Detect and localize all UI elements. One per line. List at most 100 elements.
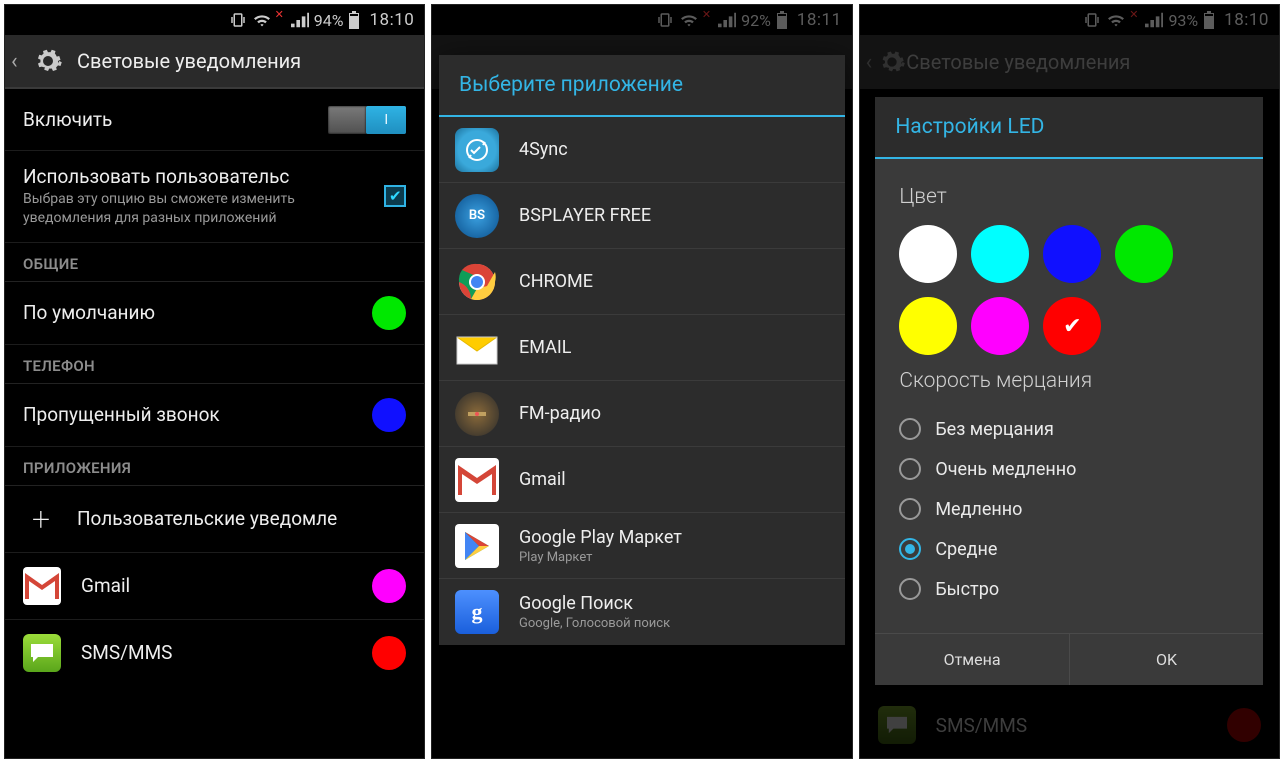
app-row-4sync[interactable]: 4Sync	[439, 117, 845, 183]
app-row-sms[interactable]: SMS/MMS	[5, 620, 424, 686]
radio-icon	[899, 578, 921, 600]
radio-icon	[899, 498, 921, 520]
app-row-gmail[interactable]: Gmail	[5, 553, 424, 620]
speed-option-4[interactable]: Быстро	[899, 569, 1239, 609]
phone-3: ✕ 93% 18:10 ‹ Световые уведомления SMS/M…	[859, 4, 1280, 759]
radio-icon	[899, 538, 921, 560]
missed-call-label: Пропущенный звонок	[23, 403, 372, 426]
app-row-bsplayer[interactable]: BS BSPLAYER FREE	[439, 183, 845, 249]
chrome-icon	[455, 260, 499, 304]
custom-subtitle: Выбрав эту опцию вы сможете изменить уве…	[23, 190, 384, 228]
speed-label: Без мерцания	[935, 419, 1054, 440]
google-search-icon: g	[455, 590, 499, 634]
bsplayer-icon: BS	[455, 194, 499, 238]
app-label: EMAIL	[519, 337, 571, 358]
vibrate-icon	[229, 11, 247, 29]
section-phone: ТЕЛЕФОН	[5, 345, 424, 384]
app-label: FM-радио	[519, 403, 601, 424]
speed-option-2[interactable]: Медленно	[899, 489, 1239, 529]
add-label: Пользовательские уведомле	[77, 507, 406, 530]
swatch-red[interactable]: ✔	[1043, 297, 1101, 355]
phone-1: ✕ 94% 18:10 ‹ Световые уведомления Включ…	[4, 4, 425, 759]
header-title: Световые уведомления	[77, 49, 301, 73]
screen-header: ‹ Световые уведомления	[5, 35, 424, 89]
app-label: 4Sync	[519, 139, 568, 160]
add-custom-row[interactable]: + Пользовательские уведомле	[5, 486, 424, 553]
enable-label: Включить	[23, 108, 328, 131]
ok-button[interactable]: OK	[1069, 634, 1264, 685]
email-icon	[455, 326, 499, 370]
app-label: BSPLAYER FREE	[519, 205, 651, 226]
section-general: ОБЩИЕ	[5, 243, 424, 282]
back-icon[interactable]: ‹	[11, 49, 29, 74]
cancel-button[interactable]: Отмена	[875, 634, 1069, 685]
speed-label: Очень медленно	[935, 459, 1076, 480]
app-row-email[interactable]: EMAIL	[439, 315, 845, 381]
signal-icon	[291, 12, 309, 28]
app-label: Google Поиск	[519, 593, 670, 614]
wifi-icon	[252, 12, 272, 28]
radio-icon	[899, 458, 921, 480]
battery-icon	[348, 11, 360, 29]
dialog-title: Настройки LED	[875, 97, 1263, 159]
app-row-chrome[interactable]: CHROME	[439, 249, 845, 315]
speed-label: Быстро	[935, 579, 999, 600]
enable-toggle[interactable]: I	[328, 106, 406, 134]
missed-color-dot	[372, 398, 406, 432]
phone-2: ✕ 92% 18:11 ‹ Выберите приложение 4Sync …	[431, 4, 852, 759]
sms-icon	[23, 634, 61, 672]
app-label: Gmail	[519, 469, 566, 490]
dialog-button-bar: Отмена OK	[875, 633, 1263, 685]
swatch-cyan[interactable]	[971, 225, 1029, 283]
default-label: По умолчанию	[23, 301, 372, 324]
led-settings-dialog: Настройки LED Цвет ✔ Скорость мерцания Б…	[875, 97, 1263, 685]
speed-section-label: Скорость мерцания	[899, 369, 1239, 393]
signal-x-icon: ✕	[275, 8, 284, 21]
missed-call-row[interactable]: Пропущенный звонок	[5, 384, 424, 447]
custom-row[interactable]: Использовать пользовательс Выбрав эту оп…	[5, 151, 424, 243]
status-bar: ✕ 94% 18:10	[5, 5, 424, 35]
enable-row[interactable]: Включить I	[5, 89, 424, 151]
custom-checkbox[interactable]: ✔	[384, 185, 406, 207]
play-store-icon	[455, 524, 499, 568]
app-row-fmradio[interactable]: FM-радио	[439, 381, 845, 447]
swatch-yellow[interactable]	[899, 297, 957, 355]
app-row-play[interactable]: Google Play Маркет Play Маркет	[439, 513, 845, 579]
swatch-green[interactable]	[1115, 225, 1173, 283]
dialog-overlay: Настройки LED Цвет ✔ Скорость мерцания Б…	[860, 5, 1279, 758]
speed-option-1[interactable]: Очень медленно	[899, 449, 1239, 489]
gmail-icon	[23, 567, 61, 605]
custom-title: Использовать пользовательс	[23, 165, 384, 188]
color-section-label: Цвет	[899, 185, 1239, 209]
default-row[interactable]: По умолчанию	[5, 282, 424, 345]
plus-icon: +	[23, 500, 59, 538]
app-label: Gmail	[81, 574, 372, 597]
app-sublabel: Google, Голосовой поиск	[519, 616, 670, 631]
app-row-gmail[interactable]: Gmail	[439, 447, 845, 513]
clock-text: 18:10	[369, 10, 414, 30]
default-color-dot	[372, 296, 406, 330]
speed-option-3[interactable]: Средне	[899, 529, 1239, 569]
color-swatches: ✔	[899, 225, 1239, 355]
fmradio-icon	[455, 392, 499, 436]
swatch-white[interactable]	[899, 225, 957, 283]
swatch-magenta[interactable]	[971, 297, 1029, 355]
gear-icon	[31, 44, 65, 78]
app-row-gsearch[interactable]: g Google Поиск Google, Голосовой поиск	[439, 579, 845, 645]
gmail-icon	[455, 458, 499, 502]
speed-label: Средне	[935, 539, 997, 560]
app-label: Google Play Маркет	[519, 527, 682, 548]
section-apps: ПРИЛОЖЕНИЯ	[5, 447, 424, 486]
swatch-blue[interactable]	[1043, 225, 1101, 283]
radio-icon	[899, 418, 921, 440]
speed-label: Медленно	[935, 499, 1022, 520]
dialog-title: Выберите приложение	[439, 55, 845, 117]
app-color-dot	[372, 569, 406, 603]
app-list[interactable]: 4Sync BS BSPLAYER FREE CHROME EMA	[439, 117, 845, 645]
dialog-overlay: Выберите приложение 4Sync BS BSPLAYER FR…	[432, 5, 851, 758]
speed-option-0[interactable]: Без мерцания	[899, 409, 1239, 449]
battery-text: 94%	[314, 11, 344, 30]
app-color-dot	[372, 636, 406, 670]
app-label: CHROME	[519, 271, 593, 292]
app-label: SMS/MMS	[81, 641, 372, 664]
